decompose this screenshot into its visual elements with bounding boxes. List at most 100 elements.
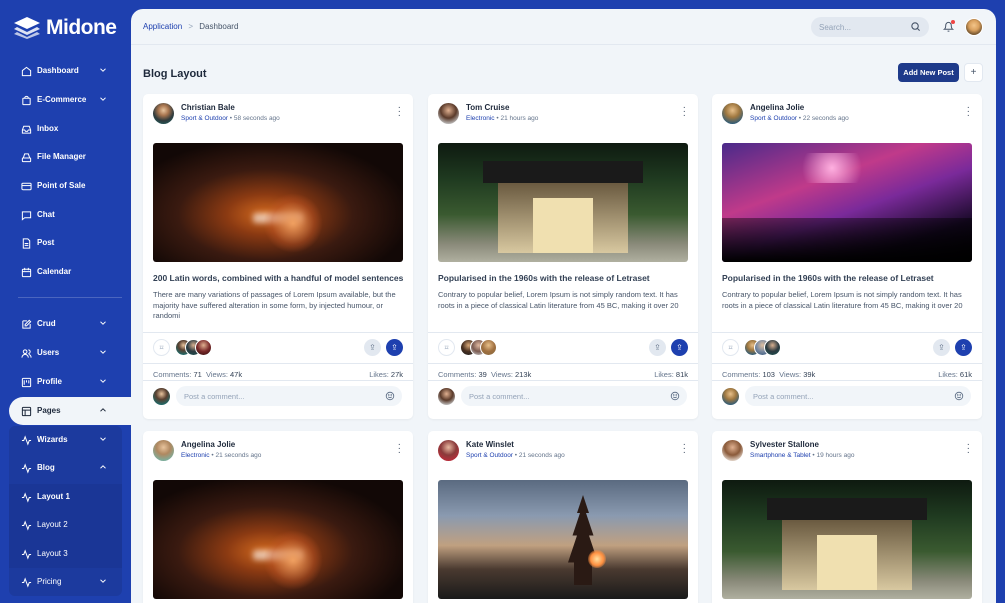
plus-button[interactable]: +: [964, 63, 983, 82]
breadcrumb-current[interactable]: Dashboard: [199, 22, 238, 31]
post-category[interactable]: Smartphone & Tablet: [750, 452, 811, 459]
comment-placeholder: Post a comment...: [469, 391, 530, 401]
sidebar-item-crud[interactable]: Crud: [9, 310, 131, 338]
liked-by-avatars[interactable]: [744, 339, 804, 356]
share-icon[interactable]: ⇪: [933, 339, 950, 356]
post-time: 21 seconds ago: [518, 452, 565, 459]
share-primary-icon[interactable]: ⇪: [386, 339, 403, 356]
sidebar-item-file-manager[interactable]: File Manager: [9, 143, 131, 171]
more-vertical-icon[interactable]: · · ·: [683, 440, 686, 458]
sidebar-item-label: Inbox: [37, 124, 59, 133]
sidebar-item-label: Profile: [37, 377, 62, 386]
add-new-post-button[interactable]: Add New Post: [898, 63, 959, 82]
sidebar-item-pricing[interactable]: Pricing: [9, 568, 131, 596]
page-title: Blog Layout: [143, 68, 207, 80]
author-name[interactable]: Kate Winslet: [466, 440, 514, 449]
sidebar-item-label: File Manager: [37, 152, 86, 161]
sidebar-item-chat[interactable]: Chat: [9, 201, 131, 229]
comment-input[interactable]: Post a comment...: [745, 386, 971, 406]
post-category[interactable]: Sport & Outdoor: [750, 115, 797, 122]
card-divider: [143, 363, 413, 364]
meta-separator: •: [229, 115, 233, 122]
sidebar-item-layout-3[interactable]: Layout 3: [9, 540, 131, 568]
notification-dot: [951, 20, 955, 24]
sidebar-item-wizards[interactable]: Wizards: [9, 426, 131, 454]
liked-by-avatars[interactable]: [175, 339, 235, 356]
post-image[interactable]: [153, 143, 403, 262]
author-avatar[interactable]: [153, 440, 174, 461]
author-name[interactable]: Angelina Jolie: [750, 103, 804, 112]
comment-input[interactable]: Post a comment...: [176, 386, 402, 406]
bookmark-icon[interactable]: ⌑: [438, 339, 455, 356]
logo-icon: [14, 17, 40, 39]
post-title[interactable]: Popularised in the 1960s with the releas…: [438, 273, 693, 283]
post-meta: Smartphone & Tablet • 19 hours ago: [750, 452, 854, 459]
notification-bell-icon[interactable]: [942, 20, 955, 35]
smile-icon[interactable]: [954, 391, 964, 403]
liked-by-avatars[interactable]: [460, 339, 520, 356]
sidebar-item-dashboard[interactable]: Dashboard: [9, 57, 131, 85]
author-avatar[interactable]: [438, 103, 459, 124]
smile-icon[interactable]: [670, 391, 680, 403]
post-image[interactable]: [722, 143, 972, 262]
top-bar: Application > Dashboard Search...: [131, 9, 996, 45]
post-category[interactable]: Electronic: [466, 115, 495, 122]
author-avatar[interactable]: [153, 103, 174, 124]
post-title[interactable]: Popularised in the 1960s with the releas…: [722, 273, 977, 283]
more-vertical-icon[interactable]: · · ·: [967, 440, 970, 458]
sidebar-item-inbox[interactable]: Inbox: [9, 115, 131, 143]
post-image[interactable]: [722, 480, 972, 599]
sidebar-item-users[interactable]: Users: [9, 339, 131, 367]
search-input[interactable]: Search...: [811, 17, 929, 37]
author-avatar[interactable]: [722, 440, 743, 461]
author-name[interactable]: Sylvester Stallone: [750, 440, 819, 449]
author-name[interactable]: Christian Bale: [181, 103, 235, 112]
sidebar-item-blog[interactable]: Blog: [9, 454, 131, 482]
post-card: Sylvester Stallone Smartphone & Tablet •…: [712, 431, 982, 603]
card-divider: [428, 332, 698, 333]
author-avatar[interactable]: [438, 440, 459, 461]
post-category[interactable]: Sport & Outdoor: [181, 115, 228, 122]
breadcrumb-application[interactable]: Application: [143, 22, 182, 31]
more-vertical-icon[interactable]: · · ·: [398, 440, 401, 458]
post-image[interactable]: [438, 143, 688, 262]
more-vertical-icon[interactable]: · · ·: [967, 103, 970, 121]
share-icon[interactable]: ⇪: [364, 339, 381, 356]
bookmark-icon[interactable]: ⌑: [153, 339, 170, 356]
smile-icon[interactable]: [385, 391, 395, 403]
post-card: Angelina Jolie Electronic • 21 seconds a…: [143, 431, 413, 603]
share-primary-icon[interactable]: ⇪: [955, 339, 972, 356]
more-vertical-icon[interactable]: · · ·: [683, 103, 686, 121]
sidebar-item-point-of-sale[interactable]: Point of Sale: [9, 172, 131, 200]
post-category[interactable]: Electronic: [181, 452, 210, 459]
share-icon[interactable]: ⇪: [649, 339, 666, 356]
activity-icon: [20, 462, 32, 474]
likes-count: 61k: [959, 370, 972, 379]
author-name[interactable]: Tom Cruise: [466, 103, 509, 112]
app-logo[interactable]: Midone: [14, 16, 117, 40]
comments-count: 39: [478, 370, 487, 379]
comment-input[interactable]: Post a comment...: [461, 386, 687, 406]
sidebar-item-pages[interactable]: Pages: [9, 397, 131, 425]
bookmark-icon[interactable]: ⌑: [722, 339, 739, 356]
sidebar-item-e-commerce[interactable]: E-Commerce: [9, 86, 131, 114]
sidebar-item-post[interactable]: Post: [9, 229, 131, 257]
post-meta: Sport & Outdoor • 21 seconds ago: [466, 452, 565, 459]
sidebar-item-label: Pages: [37, 406, 61, 415]
meta-separator: •: [514, 452, 518, 459]
commenter-avatar: [438, 388, 455, 405]
sidebar-item-calendar[interactable]: Calendar: [9, 258, 131, 286]
search-icon[interactable]: [910, 21, 921, 34]
post-title[interactable]: 200 Latin words, combined with a handful…: [153, 273, 408, 283]
author-avatar[interactable]: [722, 103, 743, 124]
share-primary-icon[interactable]: ⇪: [671, 339, 688, 356]
sidebar-item-layout-2[interactable]: Layout 2: [9, 511, 131, 539]
user-avatar[interactable]: [965, 18, 983, 36]
more-vertical-icon[interactable]: · · ·: [398, 103, 401, 121]
author-name[interactable]: Angelina Jolie: [181, 440, 235, 449]
post-image[interactable]: [153, 480, 403, 599]
post-category[interactable]: Sport & Outdoor: [466, 452, 513, 459]
sidebar-item-layout-1[interactable]: Layout 1: [9, 483, 131, 511]
sidebar-item-profile[interactable]: Profile: [9, 368, 131, 396]
post-image[interactable]: [438, 480, 688, 599]
